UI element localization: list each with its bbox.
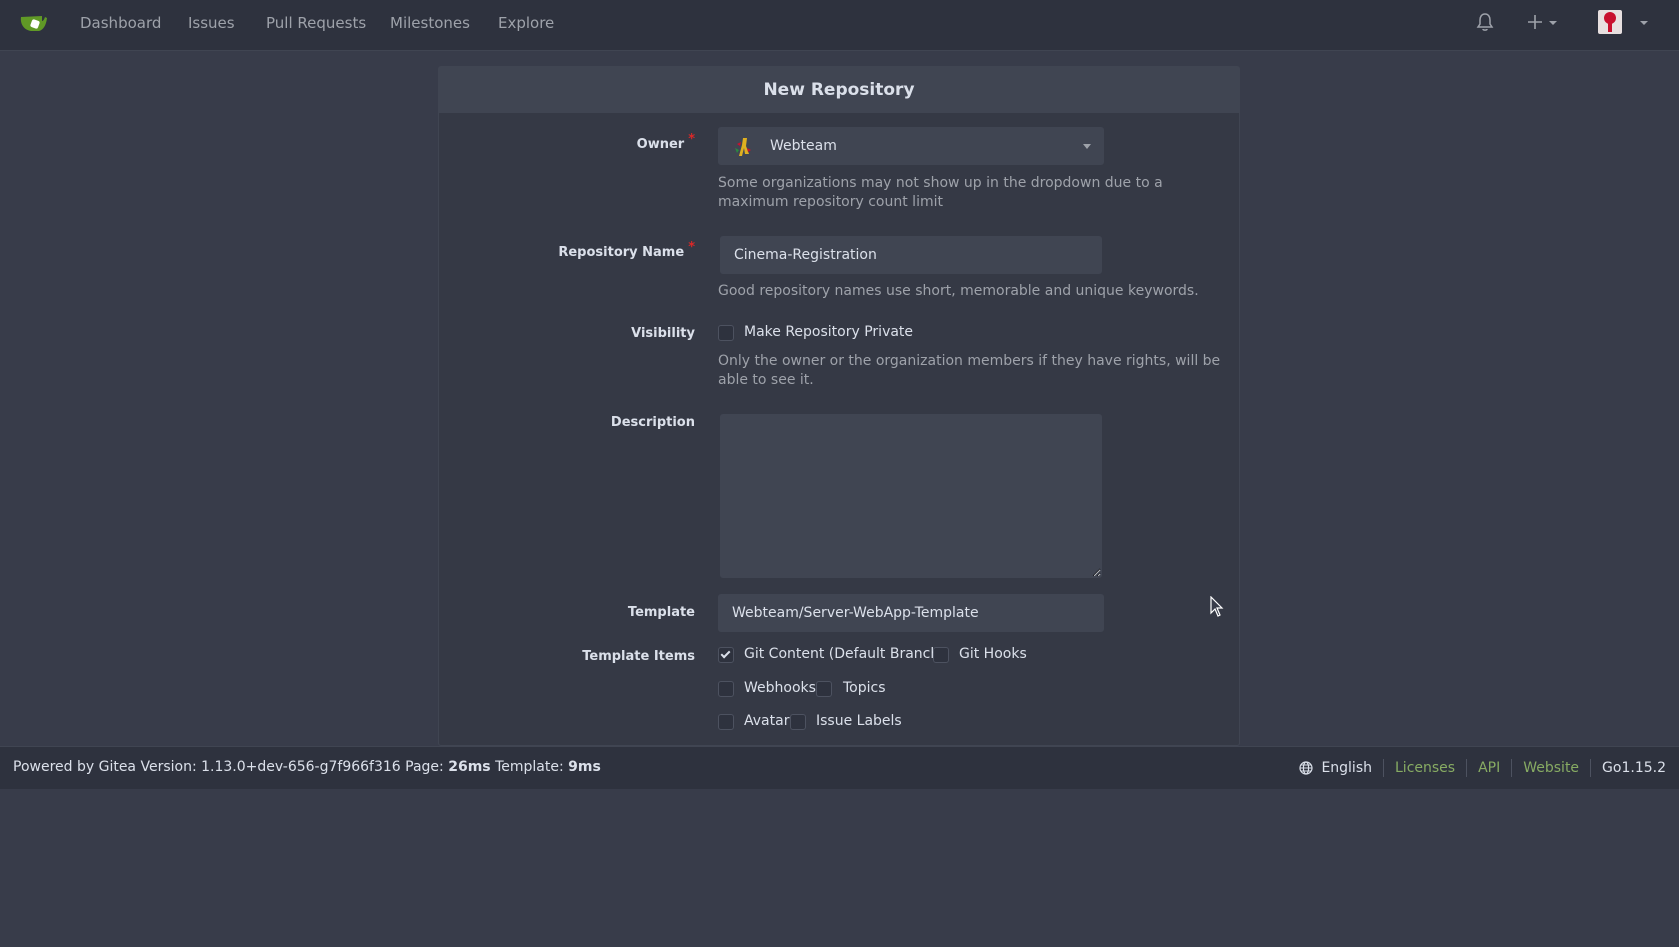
divider xyxy=(1383,759,1384,777)
divider xyxy=(1466,759,1468,777)
owner-selected-value: Webteam xyxy=(770,138,837,154)
mouse-cursor-icon xyxy=(1210,595,1224,622)
nav-issues[interactable]: Issues xyxy=(188,14,235,32)
template-render-time: 9ms xyxy=(568,759,601,775)
avatar-checkbox[interactable] xyxy=(718,714,734,730)
checkmark-icon xyxy=(720,648,731,659)
required-marker: * xyxy=(688,240,695,255)
gitea-logo-icon[interactable] xyxy=(19,12,49,36)
page-footer: Powered by Gitea Version: 1.13.0+dev-656… xyxy=(0,746,1679,789)
topics-label[interactable]: Topics xyxy=(843,680,886,696)
nav-pull-requests[interactable]: Pull Requests xyxy=(266,14,366,32)
nav-explore[interactable]: Explore xyxy=(498,14,554,32)
website-link[interactable]: Website xyxy=(1523,760,1579,776)
webhooks-checkbox[interactable] xyxy=(718,681,734,697)
repo-name-help-text: Good repository names use short, memorab… xyxy=(718,283,1199,299)
user-avatar-menu[interactable] xyxy=(1598,10,1650,40)
footer-version-info: Powered by Gitea Version: 1.13.0+dev-656… xyxy=(13,759,601,775)
repo-name-input[interactable] xyxy=(720,236,1102,274)
git-hooks-checkbox[interactable] xyxy=(933,647,949,663)
git-content-label[interactable]: Git Content (Default Branch) xyxy=(744,646,945,662)
visibility-help-text: Only the owner or the organization membe… xyxy=(718,353,1221,388)
globe-icon xyxy=(1299,761,1314,775)
private-checkbox-label[interactable]: Make Repository Private xyxy=(744,324,913,340)
template-label: Template xyxy=(627,605,695,620)
top-navbar: Dashboard Issues Pull Requests Milestone… xyxy=(0,0,1679,51)
issue-labels-checkbox[interactable] xyxy=(790,714,806,730)
visibility-label: Visibility xyxy=(631,326,695,341)
create-new-plus-icon[interactable] xyxy=(1528,12,1560,36)
divider xyxy=(1511,759,1513,777)
owner-label: Owner * xyxy=(445,132,695,152)
owner-org-icon xyxy=(733,136,755,162)
git-hooks-label[interactable]: Git Hooks xyxy=(959,646,1027,662)
owner-label-text: Owner xyxy=(636,137,685,152)
footer-links: English Licenses API Website Go1.15.2 xyxy=(1299,759,1666,777)
template-selected-value: Webteam/Server-WebApp-Template xyxy=(732,605,979,621)
webhooks-label[interactable]: Webhooks xyxy=(744,680,816,696)
repo-name-label: Repository Name * xyxy=(445,240,695,260)
topics-checkbox[interactable] xyxy=(816,681,832,697)
repo-name-label-text: Repository Name xyxy=(558,245,685,260)
nav-milestones[interactable]: Milestones xyxy=(390,14,470,32)
owner-dropdown[interactable]: Webteam xyxy=(718,127,1104,165)
description-label: Description xyxy=(610,415,695,430)
notifications-bell-icon[interactable] xyxy=(1476,12,1494,36)
api-link[interactable]: API xyxy=(1478,760,1500,776)
language-selector[interactable]: English xyxy=(1321,760,1372,776)
required-marker: * xyxy=(688,132,695,147)
powered-by-text: Powered by Gitea Version: 1.13.0+dev-656… xyxy=(13,759,444,775)
issue-labels-label[interactable]: Issue Labels xyxy=(816,713,902,729)
nav-dashboard[interactable]: Dashboard xyxy=(80,14,161,32)
divider xyxy=(1590,759,1592,777)
avatar-label[interactable]: Avatar xyxy=(744,713,789,729)
owner-help-text: Some organizations may not show up in th… xyxy=(718,175,1163,210)
template-select[interactable]: Webteam/Server-WebApp-Template xyxy=(718,594,1104,632)
private-checkbox[interactable] xyxy=(718,325,734,341)
chevron-down-icon xyxy=(1083,144,1091,149)
template-items-label: Template Items xyxy=(582,649,695,664)
new-repository-form: New Repository xyxy=(438,66,1240,746)
description-textarea[interactable] xyxy=(720,414,1102,578)
git-content-checkbox[interactable] xyxy=(718,647,734,663)
page-render-time: 26ms xyxy=(448,759,491,775)
page-title: New Repository xyxy=(439,67,1239,113)
go-version-text: Go1.15.2 xyxy=(1602,760,1666,776)
template-time-label: Template: xyxy=(495,759,564,775)
licenses-link[interactable]: Licenses xyxy=(1395,760,1455,776)
